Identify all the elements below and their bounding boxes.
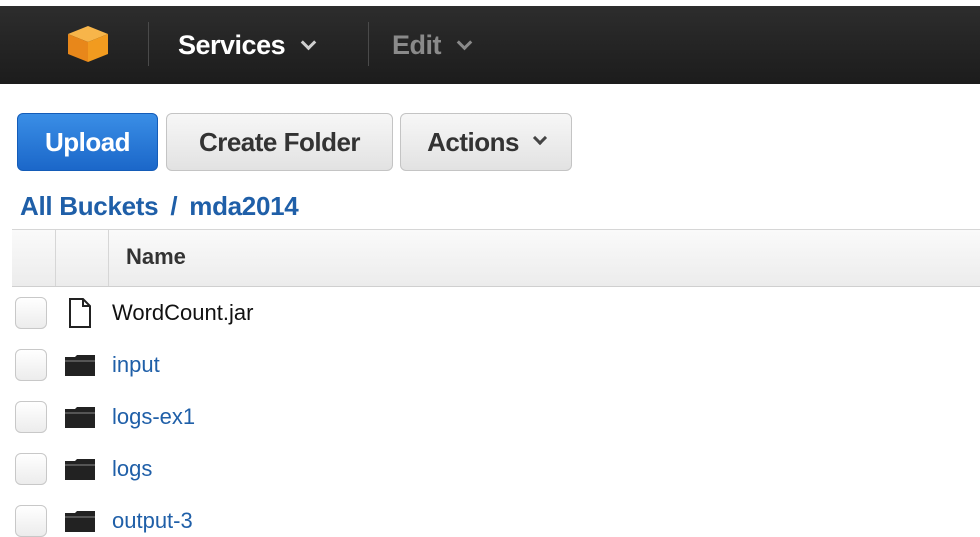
aws-cube-logo-icon[interactable] — [66, 24, 110, 64]
chevron-down-icon — [456, 34, 473, 51]
folder-link[interactable]: logs-ex1 — [112, 403, 195, 431]
nav-divider — [368, 22, 369, 66]
breadcrumb-separator: / — [170, 191, 178, 221]
folder-icon — [65, 459, 95, 480]
breadcrumb-current-bucket[interactable]: mda2014 — [189, 191, 299, 221]
create-folder-button-label: Create Folder — [198, 126, 361, 157]
table-row[interactable]: WordCount.jar — [12, 287, 980, 339]
row-checkbox[interactable] — [15, 349, 47, 381]
create-folder-button[interactable]: Create Folder — [166, 113, 393, 171]
nav-divider — [148, 22, 149, 66]
select-all-column[interactable] — [12, 230, 56, 286]
top-nav-bar: Services Edit — [0, 0, 980, 84]
folder-icon — [65, 407, 95, 428]
row-checkbox[interactable] — [15, 401, 47, 433]
edit-label: Edit — [392, 30, 442, 60]
row-checkbox[interactable] — [15, 297, 47, 329]
folder-link[interactable]: input — [112, 351, 160, 379]
services-label: Services — [178, 30, 286, 60]
table-header: Name — [12, 229, 980, 287]
upload-button[interactable]: Upload — [17, 113, 158, 171]
folder-link[interactable]: logs — [112, 455, 152, 483]
folder-icon — [65, 511, 95, 532]
table-row[interactable]: logs — [12, 443, 980, 495]
icon-column — [56, 230, 109, 286]
actions-dropdown-button[interactable]: Actions — [400, 113, 572, 171]
name-column-header[interactable]: Name — [126, 244, 186, 270]
table-row[interactable]: output-3 — [12, 495, 980, 537]
chevron-down-icon — [300, 34, 317, 51]
file-name[interactable]: WordCount.jar — [112, 299, 253, 327]
upload-button-label: Upload — [44, 126, 131, 157]
file-icon — [69, 298, 91, 328]
breadcrumb: All Buckets / mda2014 — [20, 190, 299, 222]
chevron-down-icon — [532, 130, 547, 146]
folder-link[interactable]: output-3 — [112, 507, 193, 535]
actions-button-label: Actions — [427, 126, 519, 157]
row-checkbox[interactable] — [15, 453, 47, 485]
row-checkbox[interactable] — [15, 505, 47, 537]
services-menu[interactable]: Services — [178, 30, 317, 60]
folder-icon — [65, 355, 95, 376]
table-row[interactable]: input — [12, 339, 980, 391]
edit-menu[interactable]: Edit — [392, 30, 473, 60]
breadcrumb-all-buckets[interactable]: All Buckets — [20, 191, 159, 221]
table-row[interactable]: logs-ex1 — [12, 391, 980, 443]
